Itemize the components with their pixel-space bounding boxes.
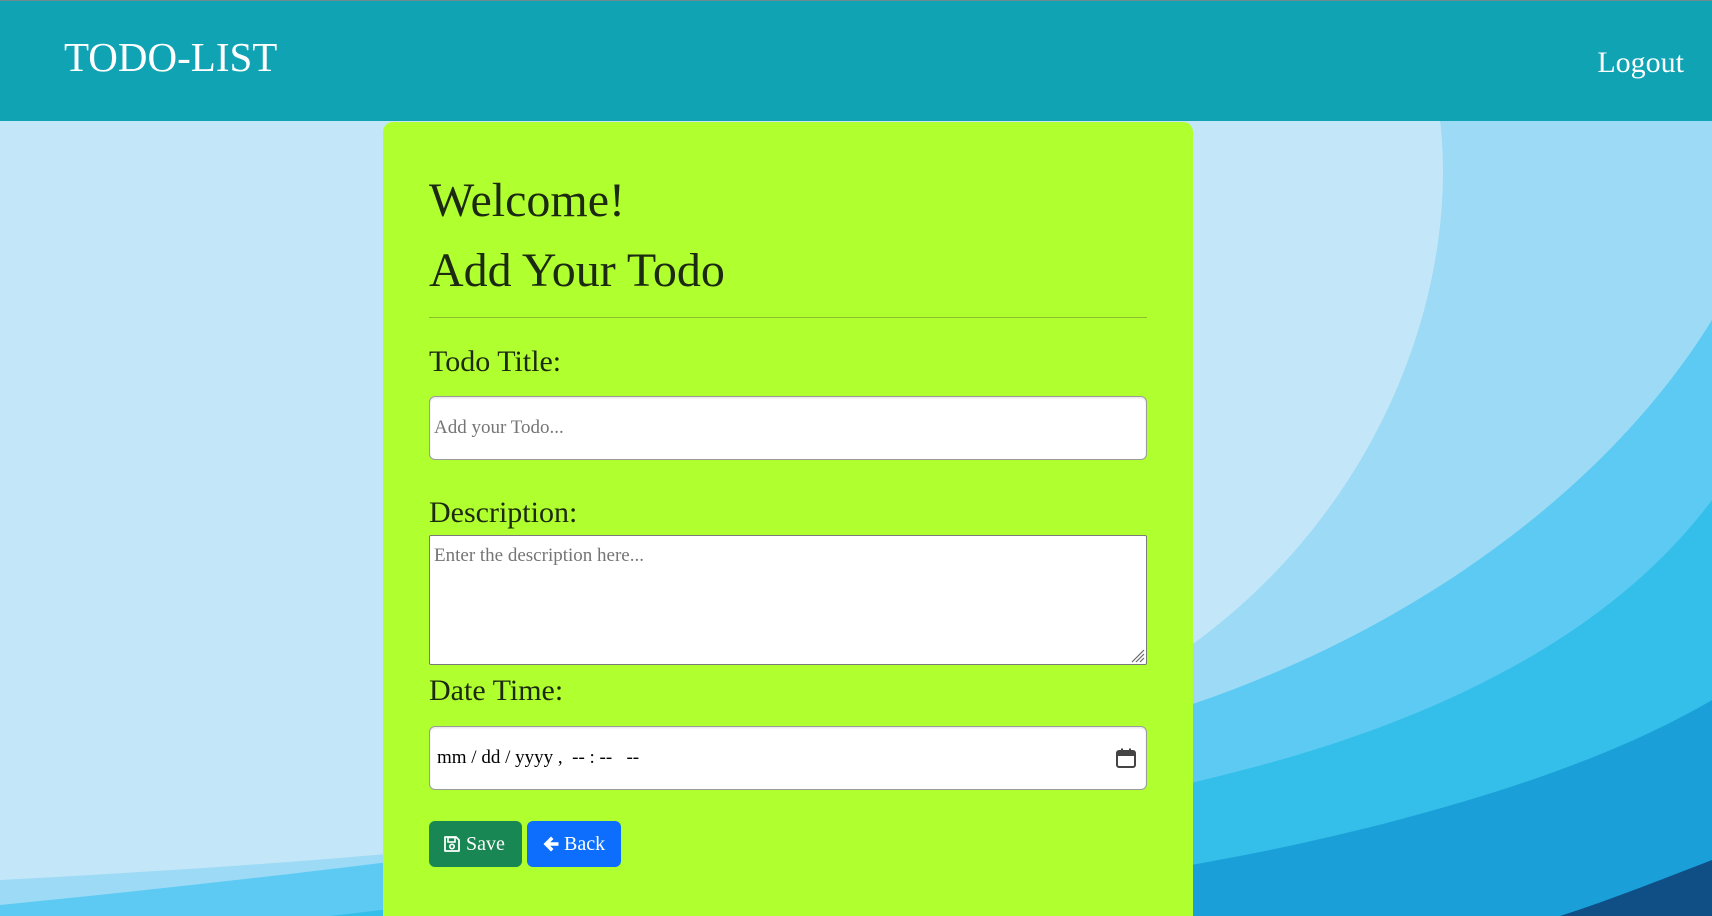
heading-divider — [429, 317, 1147, 318]
top-navbar: TODO-LIST Logout — [0, 0, 1712, 121]
datetime-label: Date Time: — [429, 674, 564, 707]
brand-title[interactable]: TODO-LIST — [64, 31, 277, 83]
description-label: Description: — [429, 496, 578, 529]
logout-link[interactable]: Logout — [1597, 43, 1684, 83]
back-button[interactable]: Back — [527, 821, 621, 867]
description-textarea[interactable]: Enter the description here... — [429, 535, 1147, 665]
welcome-heading: Welcome! — [429, 174, 626, 227]
add-todo-card: Welcome! Add Your Todo Todo Title: Add y… — [383, 122, 1193, 916]
add-todo-heading: Add Your Todo — [429, 244, 725, 297]
todo-title-input[interactable]: Add your Todo... — [429, 396, 1147, 460]
datetime-value[interactable]: mm / dd / yyyy , -- : -- -- — [437, 747, 639, 769]
arrow-left-icon — [543, 836, 559, 852]
save-button[interactable]: Save — [429, 821, 522, 867]
calendar-icon[interactable] — [1115, 747, 1137, 769]
todo-title-label: Todo Title: — [429, 345, 562, 378]
resize-handle-icon[interactable] — [1129, 647, 1145, 663]
save-icon — [444, 836, 460, 852]
description-placeholder: Enter the description here... — [434, 545, 644, 566]
datetime-input[interactable]: mm / dd / yyyy , -- : -- -- — [429, 726, 1147, 790]
back-button-label: Back — [564, 833, 606, 855]
todo-title-placeholder: Add your Todo... — [434, 417, 564, 438]
save-button-label: Save — [466, 833, 505, 855]
